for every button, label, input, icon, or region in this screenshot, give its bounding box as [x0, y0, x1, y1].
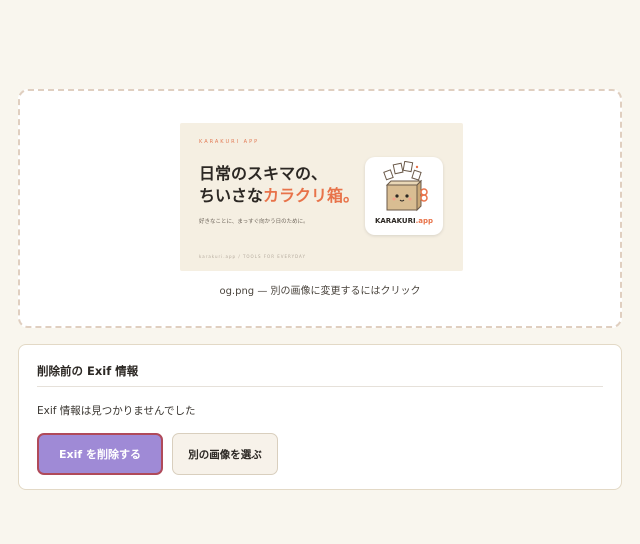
- image-dropzone[interactable]: KARAKURI APP 日常のスキマの、 ちいさなカラクリ箱。 好きなことに、…: [18, 89, 622, 328]
- og-headline-line1: 日常のスキマの、: [199, 164, 328, 183]
- og-brand-text: KARAKURI APP: [199, 139, 260, 145]
- app-icon-label-main: KARAKURI: [374, 217, 416, 225]
- og-subtitle: 好きなことに、まっすぐ向かう日のために。: [199, 219, 309, 225]
- og-headline-line2: ちいさなカラクリ箱。: [199, 185, 359, 207]
- panel-title: 削除前の Exif 情報: [37, 364, 139, 378]
- og-footer: karakuri.app / TOOLS FOR EVERYDAY: [199, 254, 306, 259]
- divider: [37, 386, 603, 387]
- remove-exif-button[interactable]: Exif を削除する: [37, 433, 163, 475]
- og-headline-accent: カラクリ箱。: [263, 186, 360, 205]
- preview-caption: og.png — 別の画像に変更するにはクリック: [219, 286, 421, 297]
- box-mascot-icon: [383, 161, 428, 212]
- app-icon-label: KARAKURI.app: [365, 217, 443, 225]
- exif-info-panel: 削除前の Exif 情報 Exif 情報は見つかりませんでした Exif を削除…: [18, 344, 622, 490]
- og-headline-line2-prefix: ちいさな: [199, 186, 264, 205]
- choose-another-image-button[interactable]: 別の画像を選ぶ: [172, 433, 278, 475]
- og-headline: 日常のスキマの、 ちいさなカラクリ箱。: [199, 163, 359, 207]
- app-icon: KARAKURI.app: [365, 157, 443, 235]
- app-icon-label-suffix: .app: [415, 217, 434, 225]
- og-image-preview[interactable]: KARAKURI APP 日常のスキマの、 ちいさなカラクリ箱。 好きなことに、…: [180, 123, 463, 271]
- exif-status-message: Exif 情報は見つかりませんでした: [37, 405, 196, 417]
